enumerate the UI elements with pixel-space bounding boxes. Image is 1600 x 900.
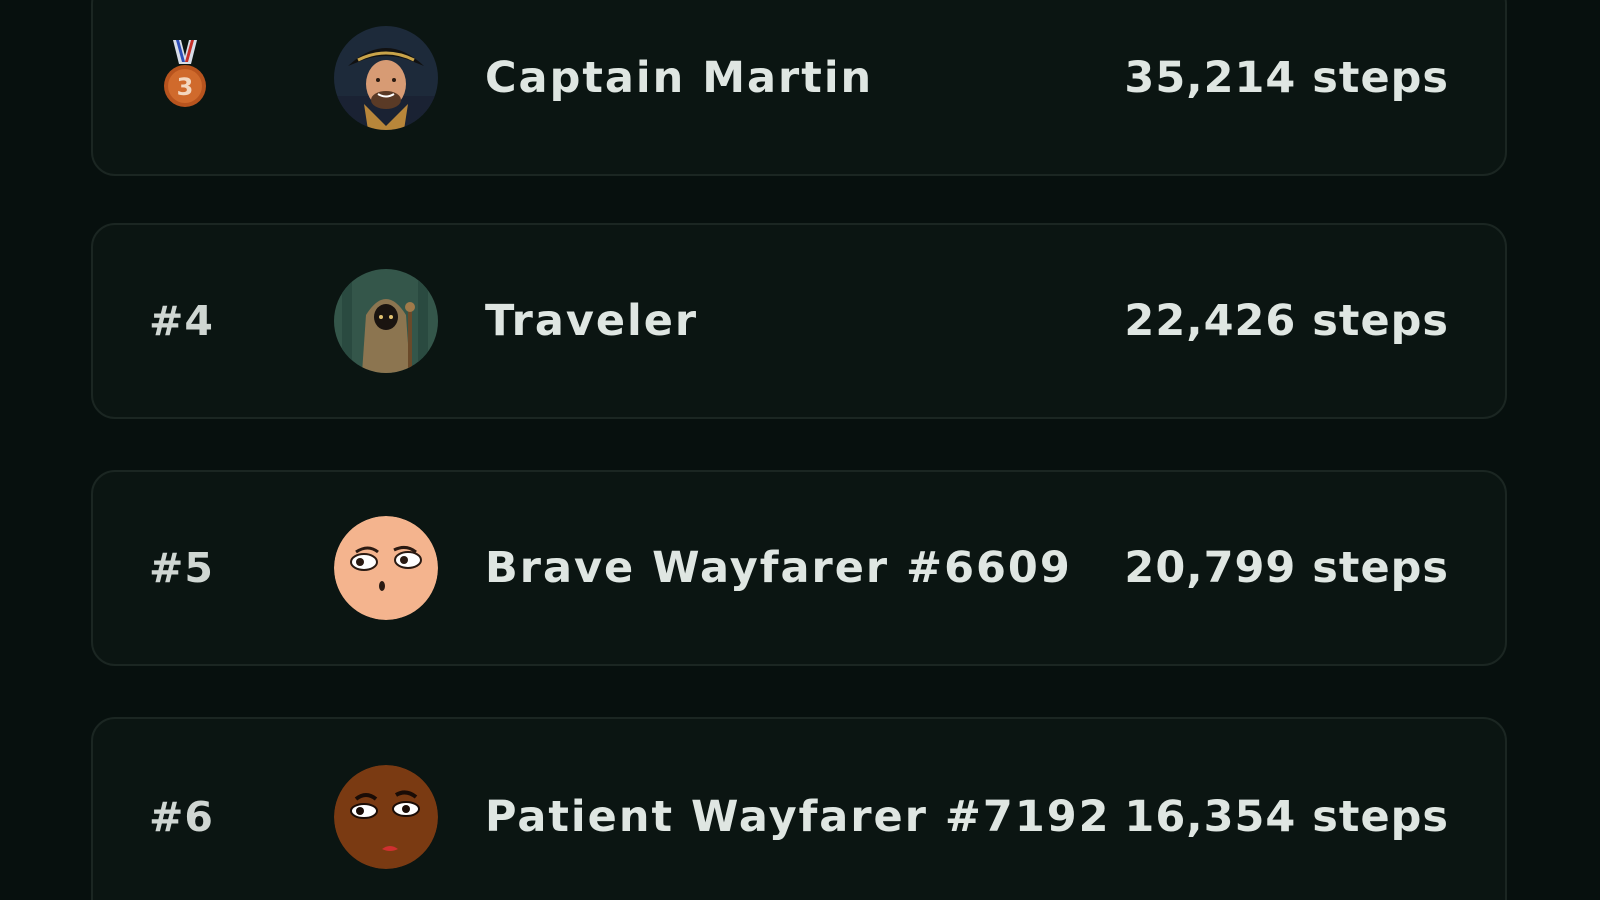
player-name: Patient Wayfarer #7192 xyxy=(485,792,1111,842)
step-count: 22,426 steps xyxy=(1124,296,1449,346)
leaderboard-row[interactable]: #6 Patient Wayfarer #7192 16,354 steps xyxy=(91,717,1507,900)
step-count: 16,354 steps xyxy=(1124,792,1449,842)
pirate-captain-icon xyxy=(334,26,438,130)
player-name: Traveler xyxy=(485,296,699,346)
avatar xyxy=(334,516,438,620)
step-count: 35,214 steps xyxy=(1124,53,1449,103)
avatar xyxy=(334,269,438,373)
leaderboard-row[interactable]: #5 Brave Wayfarer #6609 20,799 steps xyxy=(91,470,1507,666)
avatar xyxy=(334,765,438,869)
hooded-traveler-icon xyxy=(334,269,438,373)
peach-face-icon xyxy=(334,516,438,620)
player-name: Captain Martin xyxy=(485,53,874,103)
step-count: 20,799 steps xyxy=(1124,543,1449,593)
leaderboard-row[interactable]: 3 Captain Martin 35,214 steps xyxy=(91,0,1507,176)
rank-label: #4 xyxy=(149,297,214,345)
medal-number: 3 xyxy=(177,73,194,101)
leaderboard-row[interactable]: #4 Traveler 22,426 steps xyxy=(91,223,1507,419)
avatar xyxy=(334,26,438,130)
leaderboard-screen: 3 Captain Martin 35,214 steps #4 Travele… xyxy=(0,0,1600,900)
brown-face-icon xyxy=(334,765,438,869)
rank-label: #6 xyxy=(149,793,214,841)
rank-label: #5 xyxy=(149,544,214,592)
player-name: Brave Wayfarer #6609 xyxy=(485,543,1072,593)
bronze-medal-icon: 3 xyxy=(164,40,206,107)
